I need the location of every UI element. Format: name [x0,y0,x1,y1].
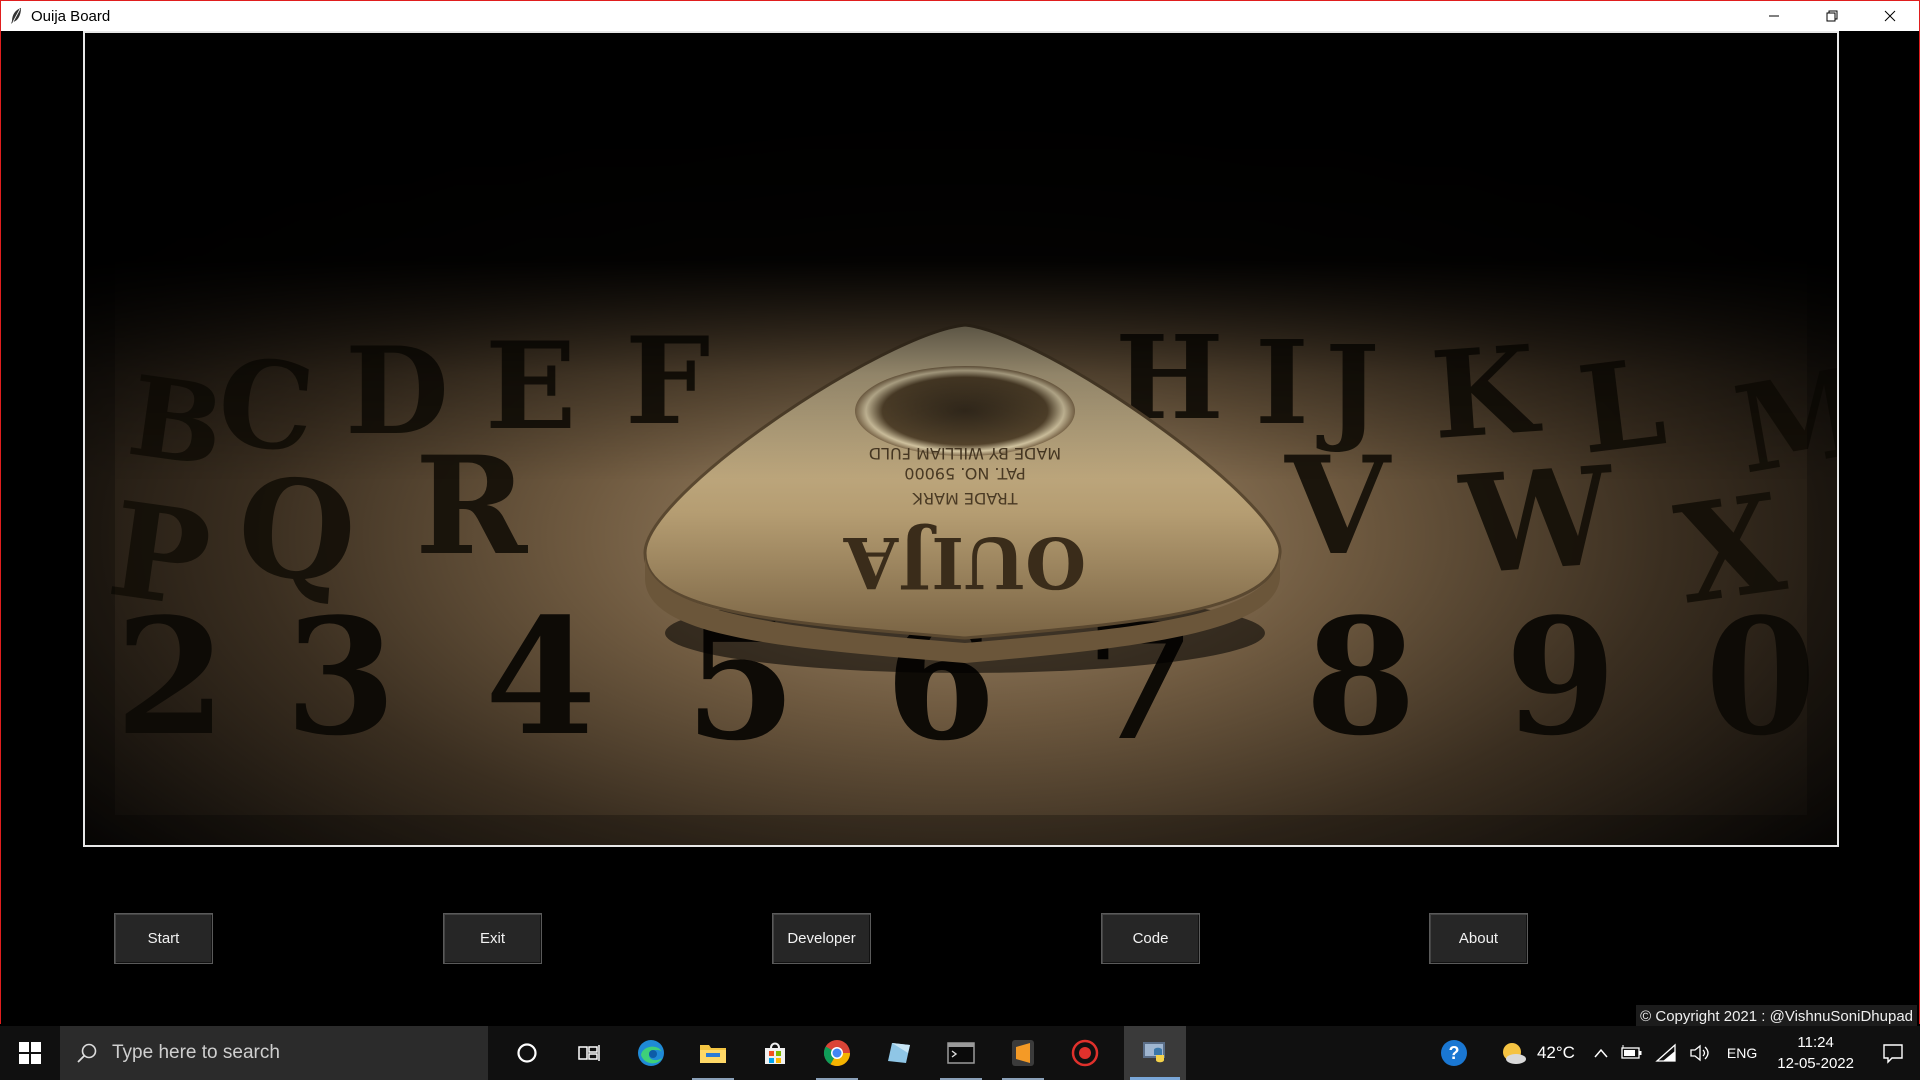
chevron-up-icon [1594,1048,1608,1058]
close-button[interactable] [1861,1,1919,31]
wifi-icon [1655,1043,1676,1062]
battery-tray-button[interactable] [1615,1026,1649,1080]
taskbar-python-app[interactable] [1124,1026,1186,1080]
weather-widget[interactable]: 42°C [1487,1026,1581,1080]
minimize-button[interactable] [1745,1,1803,31]
code-button[interactable]: Code [1101,913,1200,964]
language-label: ENG [1726,1045,1758,1061]
ouija-board-image: B C D E F H I J K L M P Q R V W X [83,31,1839,847]
battery-icon [1621,1045,1642,1059]
taskbar-tablet-app[interactable] [868,1026,930,1080]
store-icon [765,1042,785,1064]
search-icon [77,1043,97,1063]
file-explorer-icon [700,1045,726,1063]
search-placeholder: Type here to search [112,1042,280,1063]
language-indicator[interactable]: ENG [1717,1026,1767,1080]
notification-center-button[interactable] [1864,1026,1920,1080]
task-view-icon [578,1045,600,1061]
clock-button[interactable]: 11:24 12-05-2022 [1767,1032,1864,1074]
cortana-icon [517,1043,537,1063]
python-app-icon [1143,1042,1165,1063]
taskbar-terminal[interactable] [930,1026,992,1080]
taskbar-file-explorer[interactable] [682,1026,744,1080]
notification-icon [1883,1044,1903,1064]
system-tray: ? 42°C ENG 11:24 12-05-2022 [1421,1026,1920,1080]
start-button[interactable]: Start [114,913,213,964]
app-window: Ouija Board Start Exit Developer Code Ab… [0,0,1920,1027]
edge-icon [638,1040,664,1066]
help-icon: ? [1440,1040,1467,1066]
clock-time: 11:24 [1797,1034,1834,1051]
close-icon [1884,10,1896,22]
taskbar: Type here to search ? 42°C ENG 11:24 12-… [0,1026,1920,1080]
taskbar-edge[interactable] [620,1026,682,1080]
minimize-icon [1769,15,1779,17]
about-button[interactable]: About [1429,913,1528,964]
taskbar-chrome[interactable] [806,1026,868,1080]
window-title: Ouija Board [31,7,111,25]
taskbar-task-view[interactable] [558,1026,620,1080]
recorder-icon [1071,1039,1099,1067]
speaker-icon [1690,1044,1709,1062]
taskbar-recorder[interactable] [1054,1026,1116,1080]
temperature-label: 42°C [1536,1043,1575,1062]
terminal-icon [947,1042,975,1064]
developer-button[interactable]: Developer [772,913,871,964]
taskbar-store[interactable] [744,1026,806,1080]
taskbar-cortana[interactable] [496,1026,558,1080]
feather-icon [7,7,25,25]
window-controls [1745,1,1919,31]
windows-start-button[interactable] [0,1026,60,1080]
restore-button[interactable] [1803,1,1861,31]
title-bar[interactable]: Ouija Board [1,1,1919,31]
taskbar-sublime-text[interactable] [992,1026,1054,1080]
restore-icon [1826,10,1838,22]
volume-tray-button[interactable] [1683,1026,1717,1080]
svg-text:?: ? [1448,1043,1459,1063]
weather-sun-cloud-icon [1502,1043,1526,1064]
copyright-label: © Copyright 2021 : @VishnuSoniDhupad [1636,1005,1917,1027]
show-hidden-icons-button[interactable] [1581,1026,1615,1080]
network-tray-button[interactable] [1649,1026,1683,1080]
exit-button[interactable]: Exit [443,913,542,964]
chrome-icon [823,1040,851,1067]
ouija-board-picture: B C D E F H I J K L M P Q R V W X [85,33,1837,845]
help-tray-button[interactable]: ? [1421,1026,1487,1080]
taskbar-search-box[interactable]: Type here to search [60,1026,488,1080]
app-content: B C D E F H I J K L M P Q R V W X [1,31,1919,1027]
sublime-text-icon [1012,1040,1034,1066]
windows-logo-icon [19,1042,41,1064]
tablet-app-icon [888,1043,910,1063]
clock-date: 12-05-2022 [1777,1055,1854,1072]
